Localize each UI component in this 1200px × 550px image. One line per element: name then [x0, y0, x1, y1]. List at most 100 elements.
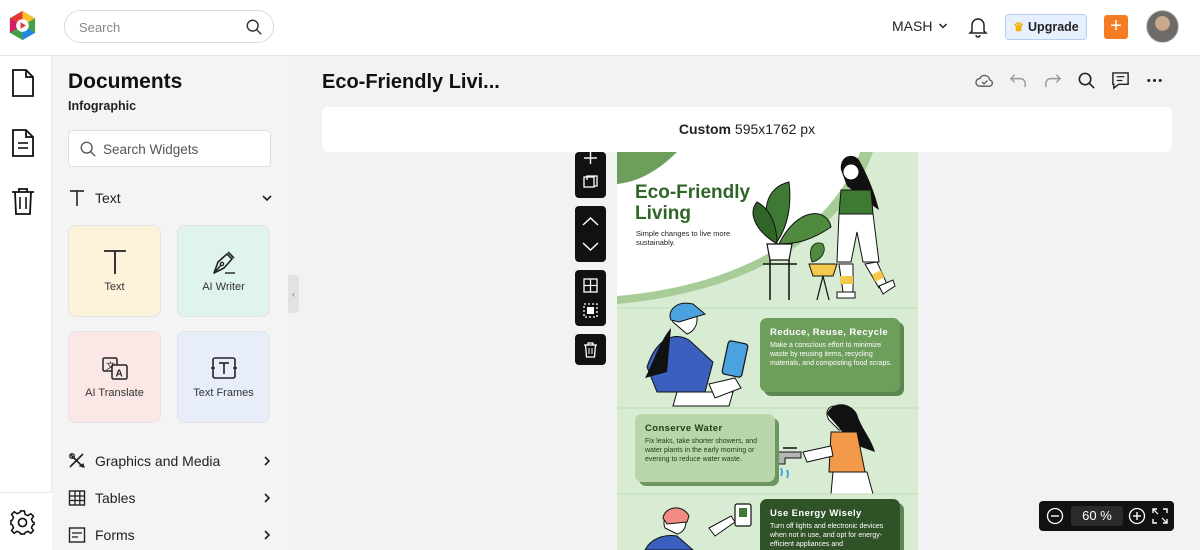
infographic-subtitle[interactable]: Simple changes to live more sustainably.	[636, 229, 746, 247]
translate-icon: 文A	[102, 357, 128, 380]
card-label: Text	[104, 281, 125, 293]
zoom-unit: %	[1100, 508, 1112, 523]
left-rail	[0, 56, 52, 550]
reader-illustration	[645, 302, 749, 407]
document-title[interactable]: Eco-Friendly Livi...	[322, 71, 500, 94]
panel-title: Documents	[68, 70, 183, 93]
crown-icon: ♛	[1013, 20, 1025, 34]
text-icon	[70, 190, 84, 206]
energy-illustration	[644, 503, 752, 550]
widget-card-ai-writer[interactable]: AI Writer	[177, 225, 270, 317]
text-frame-icon	[211, 357, 237, 379]
document-icon[interactable]	[10, 68, 36, 98]
woman-washing-illustration	[802, 404, 875, 495]
layout-group	[575, 270, 606, 326]
section-text[interactable]: Text	[68, 186, 273, 210]
create-new-button[interactable]: +	[1104, 15, 1128, 39]
chevron-down-icon	[939, 23, 948, 29]
card-label: AI Writer	[202, 281, 245, 293]
widget-card-ai-translate[interactable]: 文A AI Translate	[68, 331, 161, 423]
zoom-level[interactable]: 60 %	[1071, 506, 1123, 526]
gear-icon[interactable]	[9, 509, 36, 536]
global-search[interactable]	[64, 10, 274, 43]
block-body: Fix leaks, take shorter showers, and wat…	[645, 438, 758, 463]
chevron-right-icon	[264, 456, 271, 466]
workspace-toolbar	[975, 71, 1164, 90]
settings-area	[0, 492, 52, 550]
widget-card-text-frames[interactable]: Text Frames	[177, 331, 270, 423]
widget-search-input[interactable]	[103, 139, 263, 159]
section-label: Text	[95, 190, 121, 206]
section-label: Tables	[95, 490, 136, 506]
more-options-icon[interactable]	[1145, 71, 1164, 90]
search-input[interactable]	[79, 17, 239, 37]
search-icon[interactable]	[1077, 71, 1096, 90]
pen-nib-icon	[213, 251, 235, 274]
avatar[interactable]	[1146, 10, 1179, 43]
widget-card-text[interactable]: Text	[68, 225, 161, 317]
block-body: Make a conscious effort to minimize wast…	[770, 342, 892, 367]
grid-layout-icon[interactable]	[583, 278, 598, 293]
table-icon	[68, 490, 86, 506]
svg-text:A: A	[116, 369, 123, 380]
block-title: Reduce, Reuse, Recycle	[770, 327, 889, 338]
collapse-panel-button[interactable]: ‹	[288, 275, 299, 313]
info-block-energy[interactable]: Use Energy Wisely Turn off lights and el…	[760, 499, 900, 550]
text-icon	[104, 250, 126, 274]
info-block-recycle[interactable]: Reduce, Reuse, Recycle Make a conscious …	[760, 318, 900, 392]
fullscreen-icon[interactable]	[1151, 507, 1169, 525]
panel-subtitle: Infographic	[68, 99, 137, 113]
move-up-icon[interactable]	[582, 217, 599, 226]
graphics-icon	[69, 453, 85, 468]
select-area-icon[interactable]	[583, 303, 598, 318]
section-label: Graphics and Media	[95, 453, 221, 469]
team-name: MASH	[892, 18, 933, 34]
block-title: Use Energy Wisely	[770, 508, 862, 519]
comment-icon[interactable]	[1111, 71, 1130, 90]
form-icon	[68, 527, 86, 543]
zoom-control: 60 %	[1039, 501, 1174, 531]
upgrade-button[interactable]: ♛ Upgrade	[1005, 14, 1087, 40]
redo-icon[interactable]	[1043, 71, 1062, 90]
duplicate-icon[interactable]	[583, 175, 598, 188]
team-switcher[interactable]: MASH	[892, 18, 948, 34]
move-down-icon[interactable]	[582, 242, 599, 251]
section-tables[interactable]: Tables	[68, 486, 273, 510]
add-section-icon[interactable]	[584, 152, 597, 164]
app-logo-icon[interactable]	[7, 10, 38, 41]
delete-section-button[interactable]	[575, 334, 606, 365]
document-canvas[interactable]: Eco-Friendly Living Simple changes to li…	[617, 152, 918, 550]
infographic-title[interactable]: Eco-Friendly Living	[635, 182, 765, 224]
size-label: Custom	[678, 121, 732, 137]
card-label: Text Frames	[193, 387, 254, 399]
chevron-right-icon	[264, 493, 271, 503]
zoom-in-icon[interactable]	[1128, 507, 1146, 525]
widget-search[interactable]	[68, 130, 271, 167]
info-block-water[interactable]: Conserve Water Fix leaks, take shorter s…	[635, 414, 775, 482]
bell-icon[interactable]	[968, 16, 988, 38]
chevron-down-icon	[262, 195, 272, 202]
faucet-illustration	[776, 447, 802, 479]
card-label: AI Translate	[85, 387, 144, 399]
move-group	[575, 206, 606, 262]
canvas-size-bar[interactable]: Custom 595x1762 px	[322, 107, 1172, 152]
upgrade-label: Upgrade	[1028, 20, 1079, 34]
block-title: Conserve Water	[645, 423, 723, 434]
section-label: Forms	[95, 527, 135, 543]
section-forms[interactable]: Forms	[68, 523, 273, 547]
add-duplicate-group	[575, 152, 606, 198]
block-body: Turn off lights and electronic devices w…	[770, 523, 884, 548]
trash-icon[interactable]	[10, 186, 36, 216]
zoom-value: 60	[1082, 508, 1097, 523]
trash-icon	[584, 342, 597, 358]
zoom-out-icon[interactable]	[1046, 507, 1064, 525]
search-icon[interactable]	[245, 18, 263, 36]
chevron-right-icon	[264, 530, 271, 540]
document-list-icon[interactable]	[10, 128, 36, 158]
undo-icon[interactable]	[1009, 71, 1028, 90]
section-graphics-and-media[interactable]: Graphics and Media	[68, 449, 273, 473]
widgets-panel: Documents Infographic Text Text AI Write…	[52, 56, 288, 550]
size-value: 595x1762 px	[734, 121, 816, 137]
search-icon	[80, 141, 96, 157]
cloud-save-icon[interactable]	[975, 71, 994, 90]
